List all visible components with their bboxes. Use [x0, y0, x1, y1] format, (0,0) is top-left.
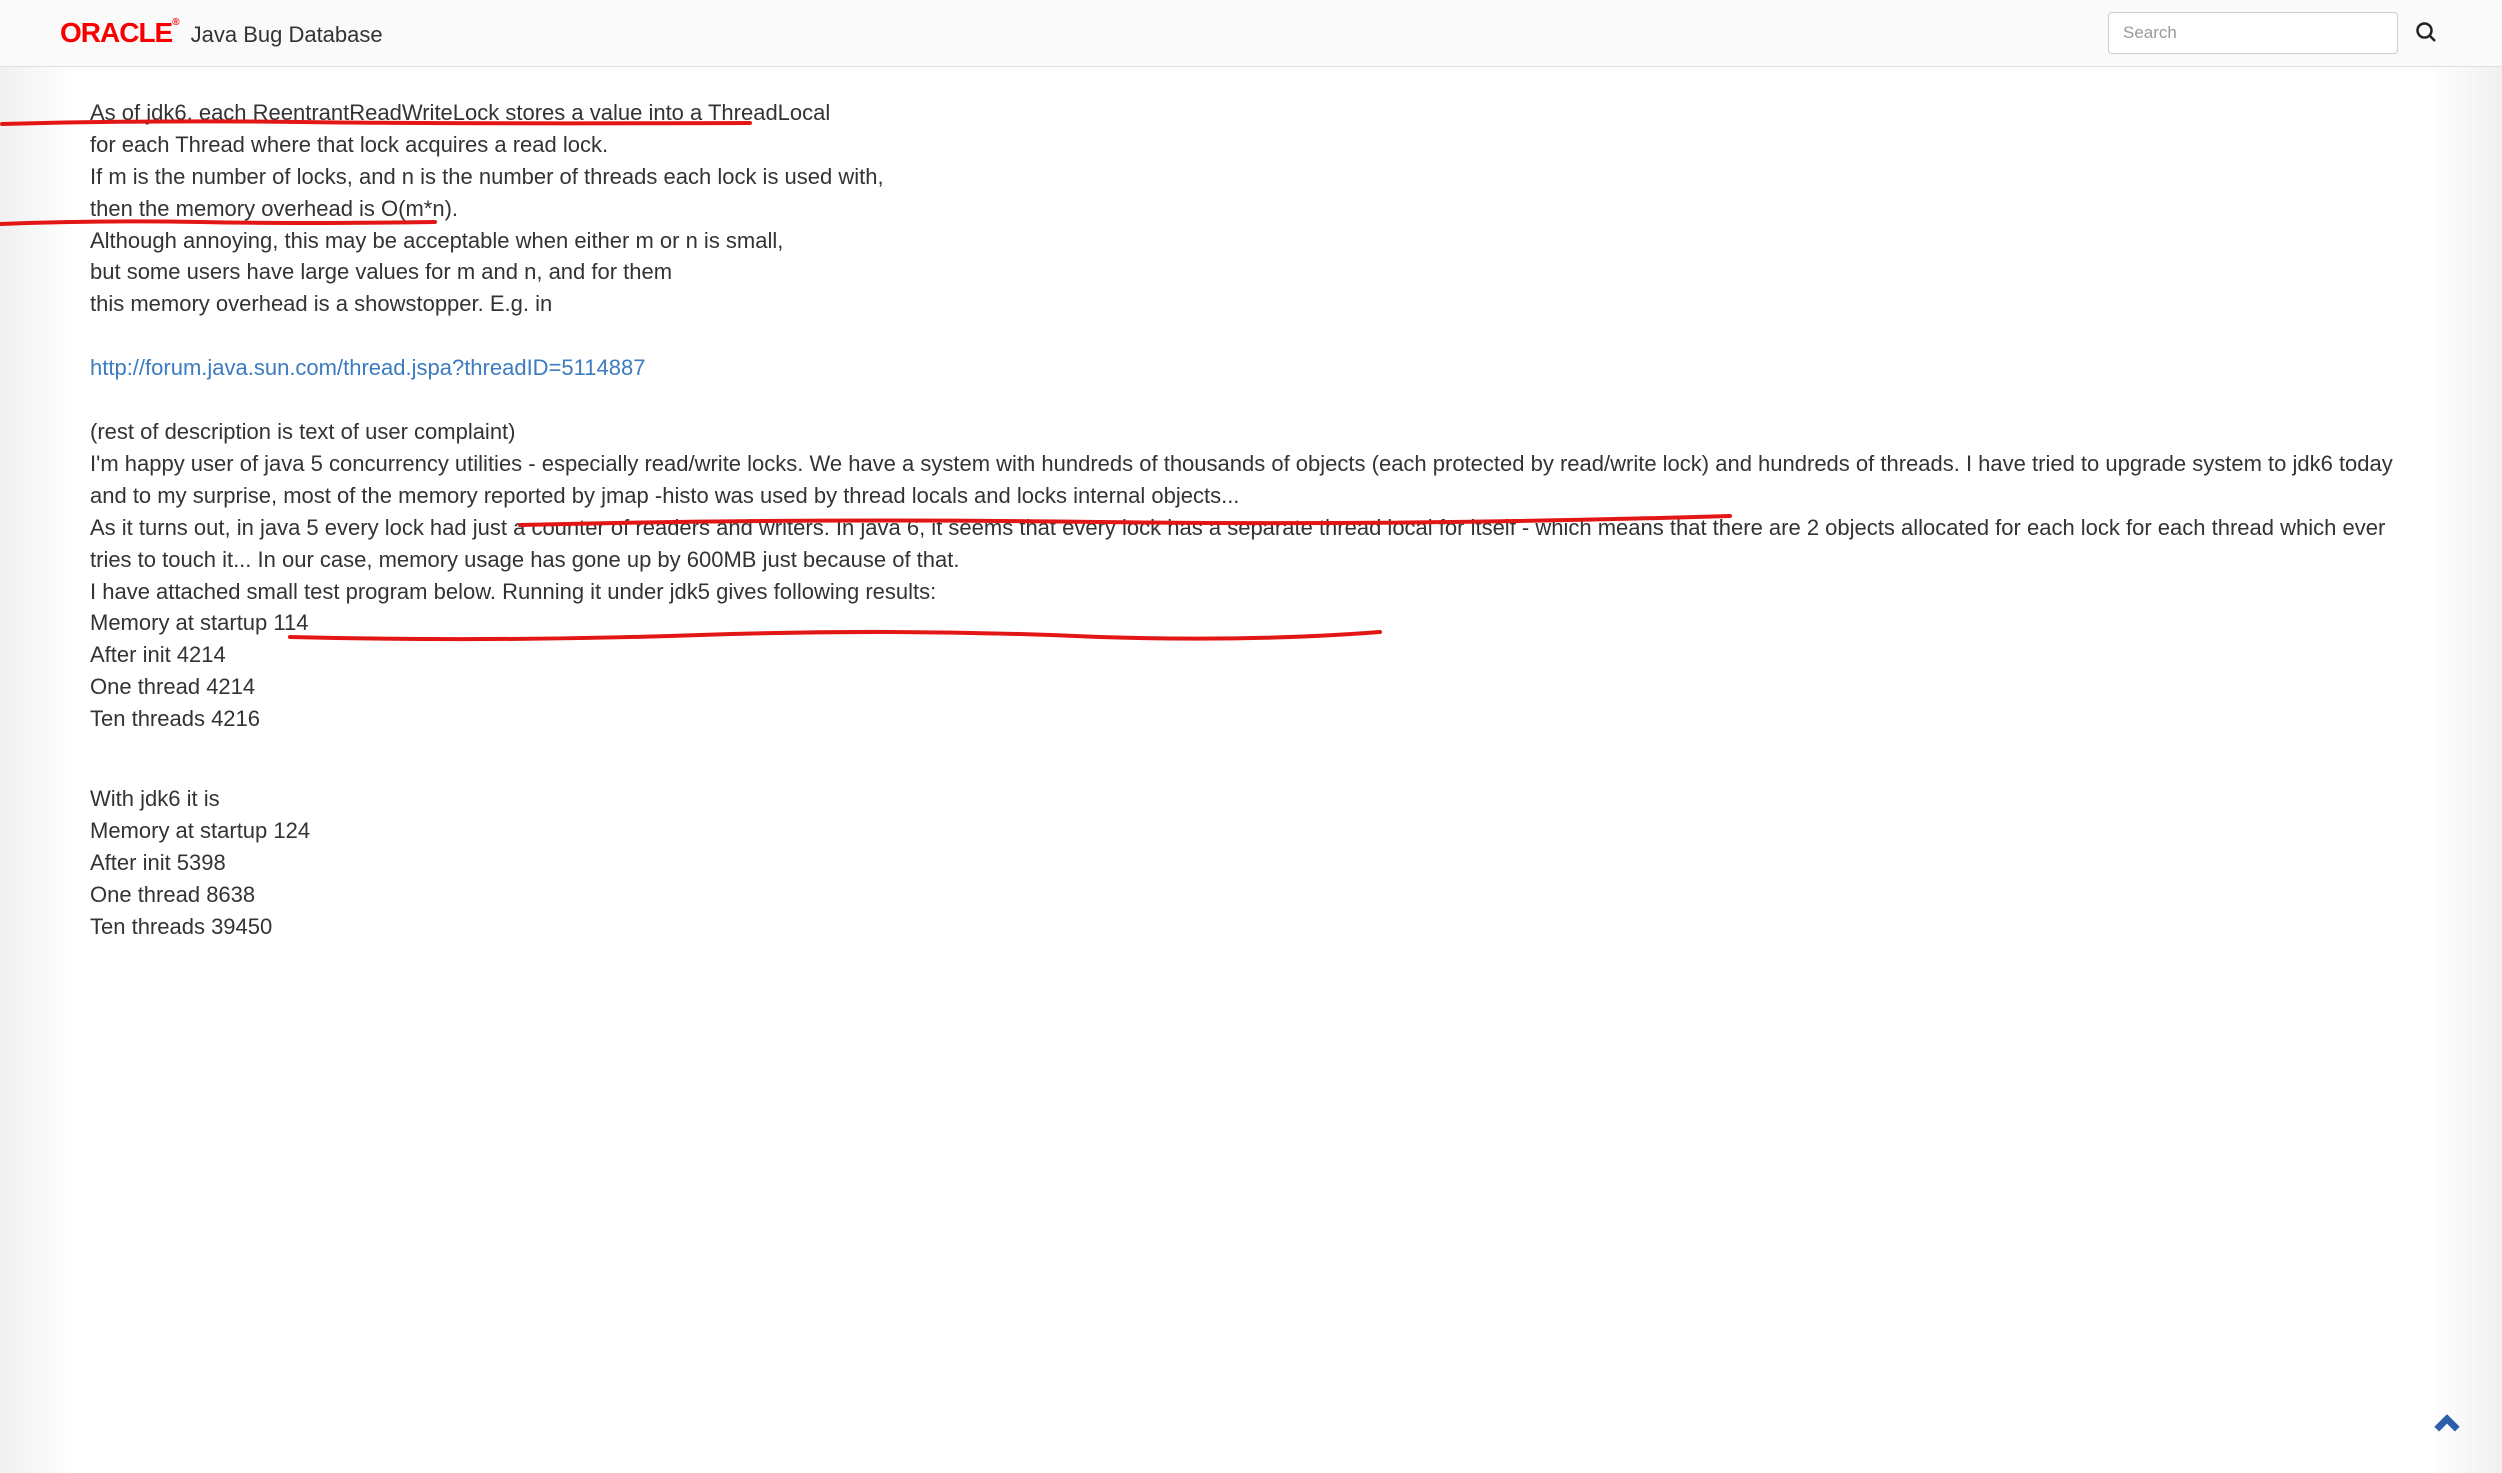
result-line: One thread 8638 — [90, 879, 2412, 911]
result-line: One thread 4214 — [90, 671, 2412, 703]
description-line: If m is the number of locks, and n is th… — [90, 161, 2412, 193]
description-paragraph: I'm happy user of java 5 concurrency uti… — [90, 448, 2412, 512]
search-button[interactable] — [2410, 16, 2442, 51]
result-line: Memory at startup 114 — [90, 607, 2412, 639]
description-line: (rest of description is text of user com… — [90, 416, 2412, 448]
oracle-logo: ORACLE® — [60, 17, 179, 49]
description-paragraph: I have attached small test program below… — [90, 576, 2412, 608]
bug-description-content: As of jdk6, each ReentrantReadWriteLock … — [0, 67, 2502, 1473]
description-line: Although annoying, this may be acceptabl… — [90, 225, 2412, 257]
result-line: Ten threads 4216 — [90, 703, 2412, 735]
header-left: ORACLE® Java Bug Database — [60, 17, 383, 49]
search-icon — [2414, 20, 2438, 44]
result-line: Memory at startup 124 — [90, 815, 2412, 847]
result-line: After init 5398 — [90, 847, 2412, 879]
description-line: With jdk6 it is — [90, 783, 2412, 815]
description-line: As of jdk6, each ReentrantReadWriteLock … — [90, 97, 2412, 129]
forum-link[interactable]: http://forum.java.sun.com/thread.jspa?th… — [90, 355, 645, 380]
header-right — [2108, 12, 2442, 54]
description-line: for each Thread where that lock acquires… — [90, 129, 2412, 161]
chevron-up-icon — [2428, 1403, 2466, 1441]
result-line: Ten threads 39450 — [90, 911, 2412, 943]
description-line: this memory overhead is a showstopper. E… — [90, 288, 2412, 320]
jdk6-results: Memory at startup 124 After init 5398 On… — [90, 815, 2412, 943]
result-line: After init 4214 — [90, 639, 2412, 671]
description-line: then the memory overhead is O(m*n). — [90, 193, 2412, 225]
description-paragraph: As it turns out, in java 5 every lock ha… — [90, 512, 2412, 576]
site-title: Java Bug Database — [191, 22, 383, 48]
search-input[interactable] — [2108, 12, 2398, 54]
page-header: ORACLE® Java Bug Database — [0, 0, 2502, 67]
description-line: but some users have large values for m a… — [90, 256, 2412, 288]
scroll-to-top-button[interactable] — [2428, 1403, 2466, 1446]
jdk5-results: Memory at startup 114 After init 4214 On… — [90, 607, 2412, 735]
